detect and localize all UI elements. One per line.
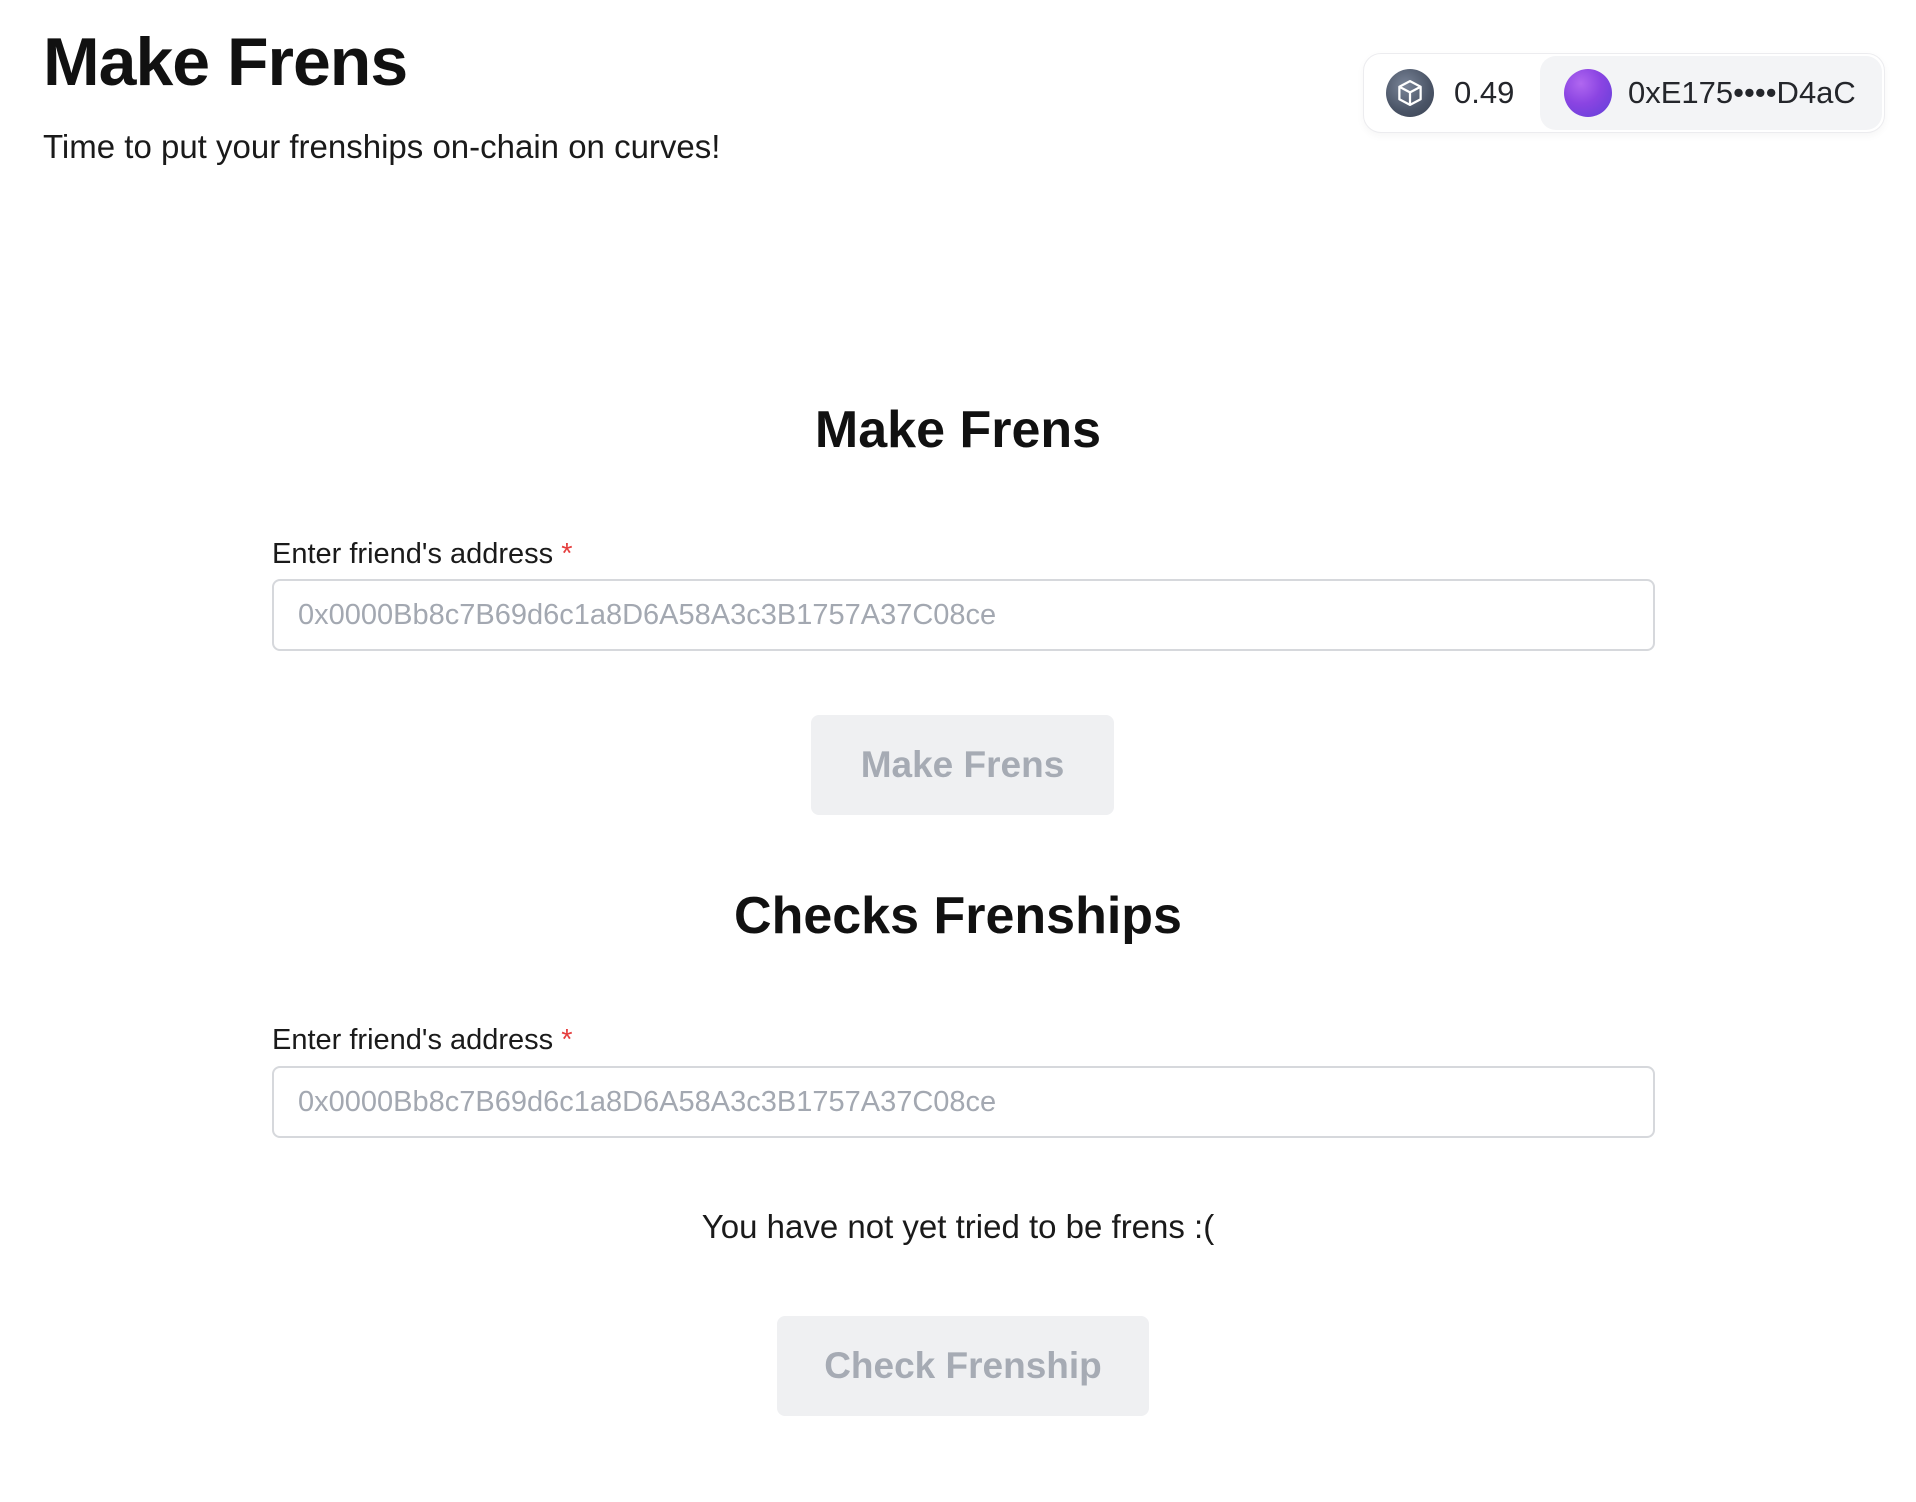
account-address: 0xE175••••D4aC <box>1628 75 1856 110</box>
required-indicator: * <box>561 1024 573 1056</box>
balance-value: 0.49 <box>1454 75 1515 110</box>
frenship-status-text: You have not yet tried to be frens :( <box>701 1208 1215 1245</box>
make-frens-address-label: Enter friend's address * <box>272 536 572 572</box>
required-indicator: * <box>561 538 573 570</box>
account-button[interactable]: 0xE175••••D4aC <box>1540 56 1882 130</box>
wallet-widget: 0.49 0xE175••••D4aC <box>1363 53 1885 133</box>
check-frenship-button[interactable]: Check Frenship <box>777 1316 1149 1416</box>
app-title: Make Frens <box>43 24 408 100</box>
app-subtitle: Time to put your frenships on-chain on c… <box>43 128 721 165</box>
make-frens-address-input[interactable] <box>272 579 1655 651</box>
make-frens-address-label-text: Enter friend's address <box>272 538 554 570</box>
chain-balance-button[interactable]: 0.49 <box>1364 54 1540 132</box>
avatar <box>1564 69 1612 117</box>
check-frenship-address-label-text: Enter friend's address <box>272 1024 554 1056</box>
check-frenship-address-label: Enter friend's address * <box>272 1022 572 1058</box>
cube-icon <box>1386 69 1434 117</box>
make-frens-button[interactable]: Make Frens <box>811 715 1114 815</box>
check-frenships-title: Checks Frenships <box>734 887 1182 945</box>
make-frens-title: Make Frens <box>814 401 1102 459</box>
check-frenship-address-input[interactable] <box>272 1066 1655 1138</box>
page: Make Frens Time to put your frenships on… <box>0 0 1916 1502</box>
